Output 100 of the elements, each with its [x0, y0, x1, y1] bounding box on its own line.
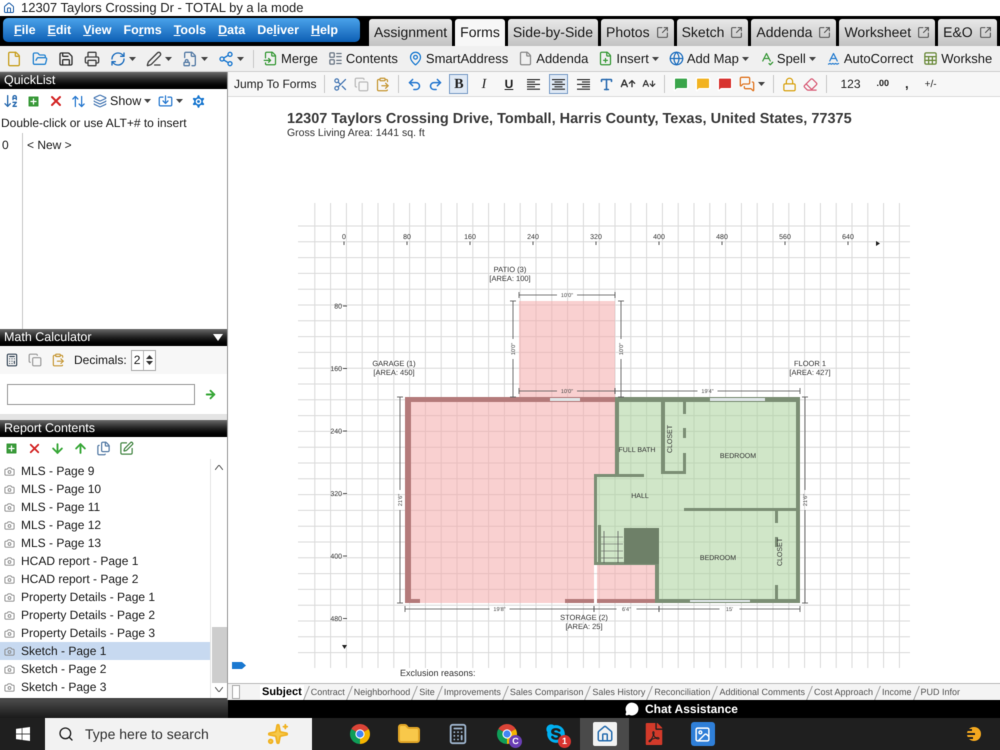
document-lock-icon[interactable] [182, 50, 198, 66]
refresh-icon[interactable] [110, 50, 126, 66]
expression-input[interactable] [7, 384, 195, 405]
undo-icon[interactable] [407, 76, 422, 92]
decimals-spinner[interactable]: 2 [130, 350, 156, 370]
scroll-down-icon[interactable] [215, 687, 223, 692]
tab[interactable]: Sketch [676, 19, 748, 46]
report-page-item[interactable]: Property Details - Page 1 [0, 588, 210, 606]
caret-down-icon[interactable] [129, 56, 136, 60]
taskbar-app-button[interactable]: C [482, 718, 531, 750]
page-marker-icon[interactable] [232, 662, 246, 669]
smartaddress-button[interactable]: SmartAddress [402, 48, 514, 70]
document-arrow-icon[interactable] [263, 51, 278, 66]
add-icon[interactable] [26, 94, 41, 108]
tab[interactable]: Photos [600, 19, 674, 46]
menu-item[interactable]: Data [218, 22, 246, 38]
popout-icon[interactable] [917, 26, 930, 39]
caret-down-icon[interactable] [201, 56, 208, 60]
caret-down-icon[interactable] [758, 82, 766, 86]
add-map-button[interactable]: Add Map [664, 48, 754, 70]
jump-to-forms-button[interactable]: Jump To Forms [234, 75, 316, 93]
pages-icon[interactable] [96, 440, 111, 456]
text-icon[interactable] [599, 76, 614, 92]
italic-button[interactable]: I [474, 74, 494, 94]
report-page-item[interactable]: MLS - Page 10 [0, 480, 210, 498]
form-tab[interactable]: PUD Infor [918, 685, 962, 700]
comment-icon[interactable] [717, 76, 734, 92]
scrollbar-thumb[interactable] [212, 627, 226, 683]
move-icon[interactable] [71, 94, 86, 108]
form-tab[interactable]: Neighborhood [352, 685, 412, 700]
show-button[interactable]: Show [93, 92, 152, 110]
spell-button[interactable]: Spell [754, 48, 821, 70]
autocorrect-button[interactable]: AutoCorrect [820, 48, 918, 70]
form-tab[interactable]: Improvements [442, 685, 503, 700]
report-page-item[interactable]: MLS - Page 12 [0, 516, 210, 534]
menu-item[interactable]: Tools [174, 22, 206, 38]
list-icon[interactable] [328, 51, 343, 66]
globe-icon[interactable] [668, 51, 684, 66]
eraser-icon[interactable] [803, 76, 818, 92]
form-tab[interactable]: Reconciliation [652, 685, 712, 700]
report-page-item[interactable]: Sketch - Page 1 [0, 642, 210, 660]
number-format-button[interactable]: 123 [835, 75, 866, 93]
align-center-icon[interactable] [552, 78, 566, 90]
sort-icon[interactable] [3, 93, 19, 109]
layers-icon[interactable] [93, 94, 107, 108]
house-app-icon[interactable] [592, 722, 616, 746]
caret-down-icon[interactable] [176, 99, 184, 103]
share-icon[interactable] [218, 50, 234, 66]
caret-down-icon[interactable] [237, 56, 244, 60]
search-field[interactable]: Type here to search [45, 718, 312, 750]
redo-icon[interactable] [428, 76, 444, 92]
menu-item[interactable]: View [83, 22, 112, 38]
chrome-icon[interactable] [348, 723, 370, 745]
popout-icon[interactable] [818, 26, 832, 39]
popout-icon[interactable] [730, 26, 744, 39]
spin-down-icon[interactable] [146, 361, 154, 365]
popout-icon[interactable] [656, 26, 669, 39]
speech-bubble-icon[interactable] [625, 702, 639, 716]
document-plus-icon[interactable] [598, 51, 614, 66]
arrow-right-icon[interactable] [204, 388, 217, 401]
caret-down-icon[interactable] [652, 56, 659, 60]
save-icon[interactable] [58, 50, 74, 66]
document-icon[interactable] [518, 51, 534, 66]
tab[interactable]: E&O [938, 19, 997, 46]
map-pin-icon[interactable] [408, 51, 423, 66]
worksheet-button[interactable]: Workshe [918, 48, 998, 70]
scissors-icon[interactable] [333, 76, 348, 92]
number-format-button[interactable]: , [900, 74, 914, 94]
tab[interactable]: Assignment [369, 19, 452, 46]
arrow-down-icon[interactable] [50, 440, 65, 456]
form-tab[interactable]: Income [880, 685, 914, 700]
delete-icon[interactable] [48, 93, 64, 109]
image-icon[interactable] [690, 722, 714, 746]
contents-button[interactable]: Contents [322, 48, 403, 70]
underline-button[interactable]: U [499, 74, 518, 94]
caret-down-icon[interactable] [165, 56, 172, 60]
form-tab[interactable]: Sales History [590, 685, 648, 700]
caret-down-icon[interactable] [144, 99, 152, 103]
settings-icon[interactable] [190, 92, 208, 110]
folder-icon[interactable] [396, 722, 420, 746]
add-icon[interactable] [4, 440, 19, 456]
insert-button[interactable]: Insert [593, 48, 664, 70]
report-page-item[interactable]: MLS - Page 9 [0, 462, 210, 480]
caret-down-icon[interactable] [742, 56, 749, 60]
comment-icon[interactable] [673, 76, 690, 92]
popout-icon[interactable] [978, 26, 992, 39]
form-tab[interactable]: Site [417, 685, 437, 700]
report-page-item[interactable]: MLS - Page 11 [0, 498, 210, 516]
collapse-arrow-icon[interactable] [213, 334, 223, 341]
report-page-item[interactable]: Property Details - Page 2 [0, 606, 210, 624]
pen-icon[interactable] [146, 50, 162, 66]
align-left-icon[interactable] [527, 78, 540, 90]
tab[interactable]: Forms [455, 19, 505, 46]
report-page-item[interactable]: MLS - Page 13 [0, 534, 210, 552]
menu-item[interactable]: Help [310, 22, 338, 38]
tab[interactable]: Addenda [751, 19, 836, 46]
number-format-button[interactable]: +/- [920, 76, 942, 92]
scroll-up-icon[interactable] [215, 465, 223, 470]
form-tab[interactable]: Cost Approach [812, 685, 876, 700]
menu-item[interactable]: File [14, 22, 36, 38]
